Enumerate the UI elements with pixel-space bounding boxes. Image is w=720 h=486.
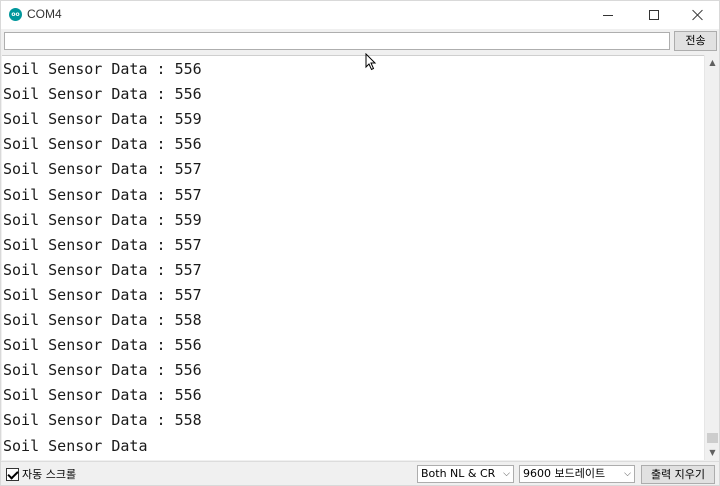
mouse-cursor-icon (365, 53, 377, 71)
close-icon (692, 9, 704, 21)
line-ending-value: Both NL & CR (421, 467, 496, 480)
line-ending-select[interactable]: Both NL & CR ⌵ (417, 465, 514, 483)
chevron-down-icon: ⌵ (503, 469, 510, 479)
maximize-icon (649, 10, 659, 20)
output-line: Soil Sensor Data : 556 (3, 386, 202, 405)
output-line: Soil Sensor Data : 556 (3, 135, 202, 154)
minimize-button[interactable] (585, 1, 631, 29)
output-line: Soil Sensor Data : 557 (3, 185, 202, 204)
baud-rate-select[interactable]: 9600 보드레이트 ⌵ (519, 465, 635, 483)
output-line: Soil Sensor Data : 559 (3, 210, 202, 229)
output-line: Soil Sensor Data : 556 (3, 85, 202, 104)
arduino-icon: oo (9, 8, 22, 21)
autoscroll-checkbox[interactable] (6, 467, 19, 481)
clear-output-button[interactable]: 출력 지우기 (641, 465, 715, 484)
output-line: Soil Sensor Data : 556 (3, 361, 202, 380)
close-button[interactable] (675, 1, 720, 29)
baud-rate-value: 9600 보드레이트 (523, 467, 606, 480)
serial-monitor-window: oo COM4 전송 Soil Sensor Data : 556 Soil Se… (0, 0, 720, 486)
scroll-up-icon[interactable]: ▲ (705, 55, 720, 70)
output-line: Soil Sensor Data : 556 (3, 336, 202, 355)
autoscroll-label: 자동 스크롤 (22, 468, 77, 481)
output-line: Soil Sensor Data : 559 (3, 110, 202, 129)
title-bar: oo COM4 (1, 1, 719, 29)
send-button[interactable]: 전송 (674, 31, 717, 51)
maximize-button[interactable] (631, 1, 677, 29)
output-line: Soil Sensor Data : 557 (3, 235, 202, 254)
output-line: Soil Sensor Data : 557 (3, 260, 202, 279)
vertical-scrollbar[interactable]: ▲ ▼ (704, 55, 719, 460)
window-title: COM4 (27, 7, 62, 21)
output-line: Soil Sensor Data : 557 (3, 160, 202, 179)
scroll-down-icon[interactable]: ▼ (705, 445, 720, 460)
serial-output[interactable]: Soil Sensor Data : 556 Soil Sensor Data :… (2, 55, 704, 460)
output-line: Soil Sensor Data (3, 436, 148, 455)
output-line: Soil Sensor Data : 558 (3, 411, 202, 430)
output-line: Soil Sensor Data : 556 (3, 60, 202, 78)
chevron-down-icon: ⌵ (624, 469, 631, 479)
bottom-bar: 자동 스크롤 Both NL & CR ⌵ 9600 보드레이트 ⌵ 출력 지우… (1, 461, 719, 485)
output-line: Soil Sensor Data : 557 (3, 285, 202, 304)
send-input[interactable] (4, 32, 670, 50)
minimize-icon (603, 14, 613, 16)
autoscroll-toggle[interactable]: 자동 스크롤 (6, 466, 76, 482)
output-line: Soil Sensor Data : 558 (3, 311, 202, 329)
scroll-thumb[interactable] (707, 433, 718, 443)
